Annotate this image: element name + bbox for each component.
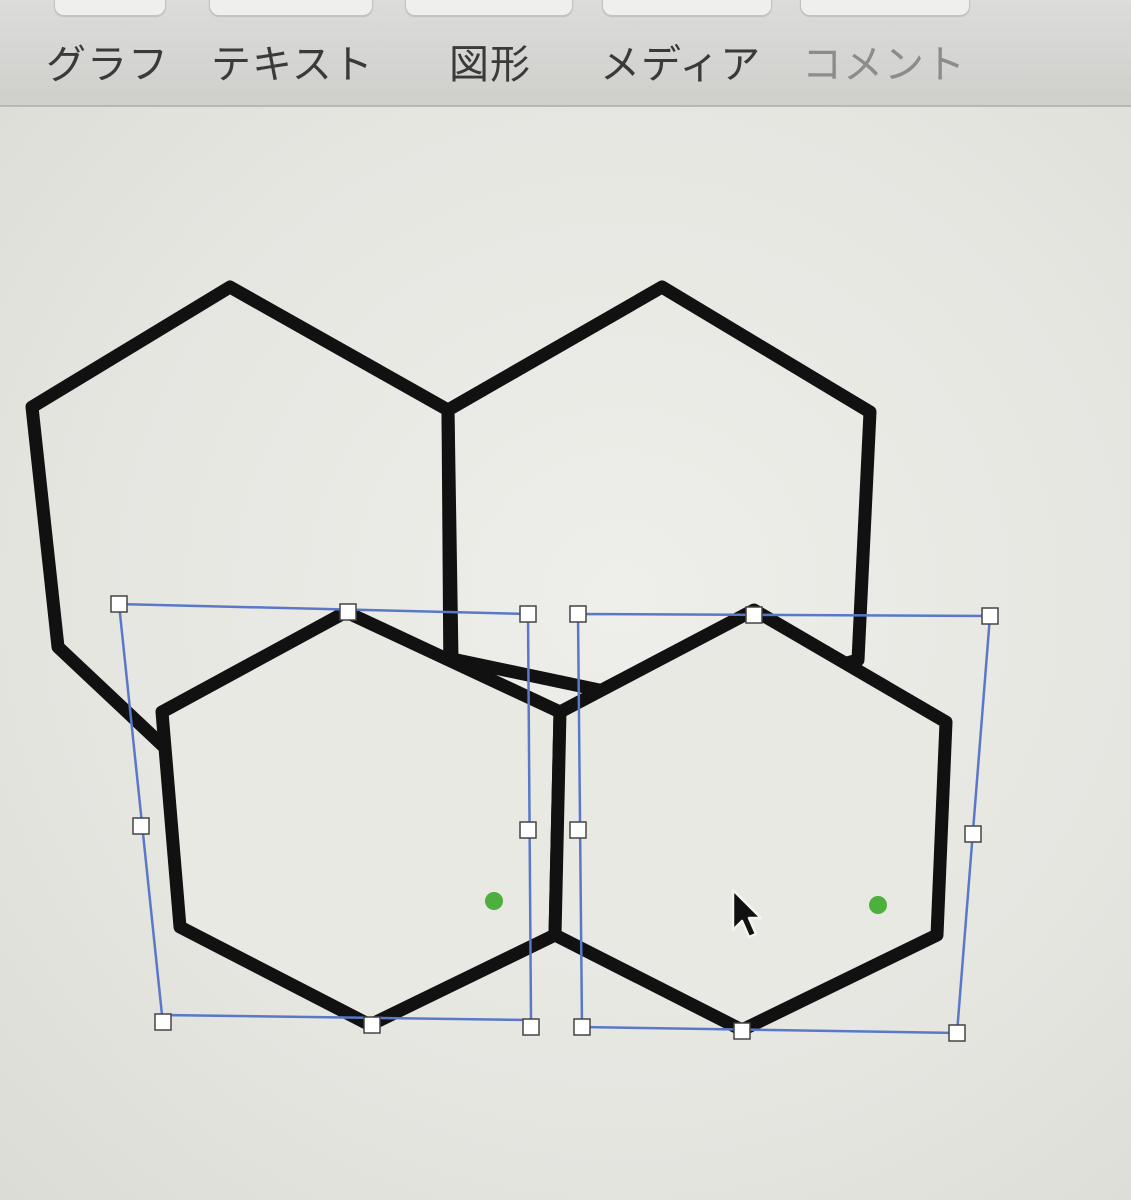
text-tool-button[interactable]: テキスト — [205, 0, 375, 105]
resize-handle[interactable] — [733, 1022, 751, 1040]
resize-handle[interactable] — [573, 1018, 591, 1036]
resize-handle[interactable] — [132, 817, 150, 835]
toolbar: グラフ テキスト 図形 メディア コメント — [0, 0, 1131, 107]
resize-handle[interactable] — [981, 607, 999, 625]
resize-handle[interactable] — [964, 825, 982, 843]
resize-handle[interactable] — [519, 605, 537, 623]
media-tool-label: メディア — [600, 42, 762, 88]
slide-canvas[interactable] — [0, 107, 1131, 1200]
media-tool-icon — [602, 0, 772, 16]
resize-handle[interactable] — [339, 603, 357, 621]
canvas-drawing — [25, 280, 999, 1042]
hexagon-bottom-right[interactable] — [548, 603, 953, 1037]
text-tool-icon — [209, 0, 373, 16]
shape-tool-icon — [405, 0, 573, 16]
resize-handle[interactable] — [363, 1016, 381, 1034]
resize-handle[interactable] — [569, 605, 587, 623]
resize-handle[interactable] — [154, 1013, 172, 1031]
shape-tool-label: 図形 — [449, 42, 531, 88]
comment-tool-label: コメント — [802, 42, 966, 88]
chart-tool-label: グラフ — [46, 42, 169, 88]
chart-tool-icon — [54, 0, 166, 16]
resize-handle[interactable] — [110, 595, 128, 613]
edit-point[interactable] — [485, 892, 503, 910]
resize-handle[interactable] — [948, 1024, 966, 1042]
chart-tool-button[interactable]: グラフ — [40, 0, 170, 105]
resize-handle[interactable] — [519, 821, 537, 839]
text-tool-label: テキスト — [211, 42, 374, 88]
resize-handle[interactable] — [569, 821, 587, 839]
resize-handle[interactable] — [522, 1018, 540, 1036]
comment-tool-icon — [800, 0, 970, 16]
media-tool-button[interactable]: メディア — [598, 0, 778, 105]
shape-tool-button[interactable]: 図形 — [403, 0, 573, 105]
resize-handle[interactable] — [745, 606, 763, 624]
edit-point[interactable] — [869, 896, 887, 914]
comment-tool-button[interactable]: コメント — [798, 0, 978, 105]
